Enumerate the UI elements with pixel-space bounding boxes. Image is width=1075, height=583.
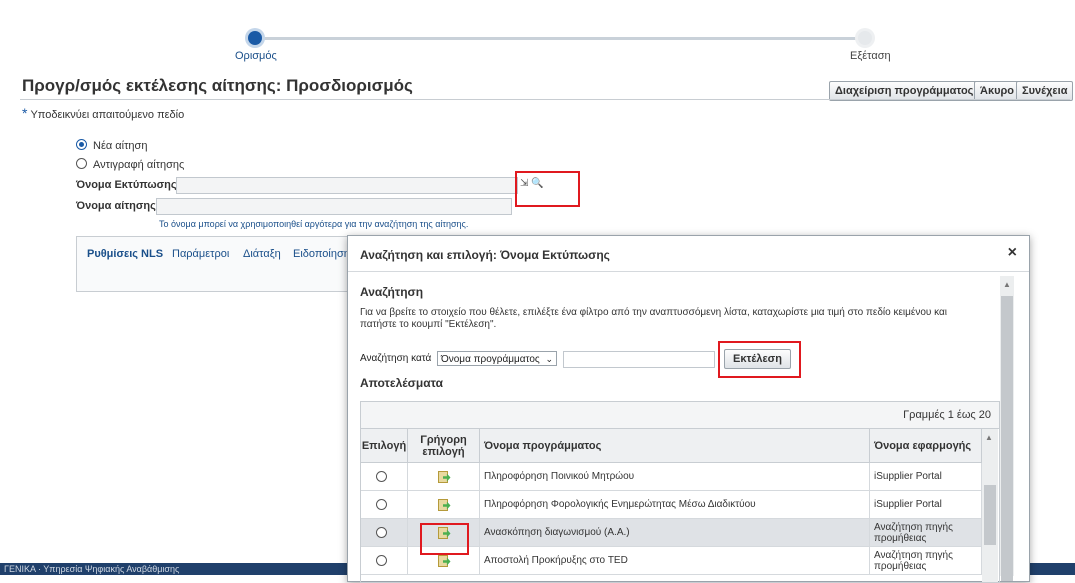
tabs-panel [76,236,358,292]
copy-request-option[interactable]: Αντιγραφή αίτησης [76,158,184,171]
tab-notification[interactable]: Ειδοποίηση [293,248,350,260]
radio-unselected-icon[interactable] [76,158,87,169]
col-select: Επιλογή [361,429,408,463]
quick-select-icon[interactable] [437,554,451,568]
tab-parameters[interactable]: Παράμετροι [172,248,229,260]
request-name-input[interactable] [156,198,512,215]
scroll-up-icon[interactable]: ▲ [985,433,993,442]
col-quick-select: Γρήγορη επιλογή [408,429,480,463]
results-table: Γραμμές 1 έως 20 Επιλογή Γρήγορη επιλογή… [360,401,1000,583]
application-name-cell: Αναζήτηση πηγής προμήθειας [870,547,982,575]
quick-select-cell[interactable] [408,491,480,519]
tab-nls-settings[interactable]: Ρυθμίσεις NLS [87,248,163,260]
quick-select-icon[interactable] [437,470,451,484]
table-row-select[interactable] [361,547,408,575]
train-step-current-icon [248,31,262,45]
train-progress-line [255,37,865,40]
table-row-select[interactable] [361,463,408,491]
request-name-label: Όνομα αίτησης [76,200,156,212]
highlight-box-go [718,341,801,378]
table-row-select[interactable] [361,491,408,519]
search-select-dialog: Αναζήτηση και επιλογή: Όνομα Εκτύπωσης ×… [347,235,1030,583]
cancel-button[interactable]: Άκυρο [974,81,1021,101]
highlight-box-lov [515,171,580,207]
request-name-hint: Το όνομα μπορεί να χρησιμοποιηθεί αργότε… [159,219,469,229]
program-name-cell: Αποστολή Προκήρυξης στο TED [480,547,870,575]
results-scroll-thumb[interactable] [984,485,996,545]
chevron-down-icon: ⌄ [545,354,553,364]
tab-layout[interactable]: Διάταξη [243,248,281,260]
radio-unselected-icon[interactable] [375,527,387,538]
print-name-label: Όνομα Εκτύπωσης [76,179,177,191]
application-name-cell: iSupplier Portal [870,463,982,491]
required-star-icon: * [22,105,28,121]
program-name-cell: Πληροφόρηση Φορολογικής Ενημερώτητας Μέσ… [480,491,870,519]
search-value-input[interactable] [563,351,715,368]
col-application-name: Όνομα εφαρμογής [870,429,982,463]
train-step-review[interactable]: Εξέταση [850,50,891,62]
search-by-label: Αναζήτηση κατά [360,353,432,364]
radio-selected-icon[interactable] [76,139,87,150]
program-name-cell: Πληροφόρηση Ποινικού Μητρώου [480,463,870,491]
title-divider [20,99,1070,100]
required-note: * Υποδεικνύει απαιτούμενο πεδίο [22,105,185,121]
dialog-scroll-thumb[interactable] [1001,296,1013,581]
application-name-cell: iSupplier Portal [870,491,982,519]
dialog-title: Αναζήτηση και επιλογή: Όνομα Εκτύπωσης [360,248,610,262]
results-scrollbar[interactable]: ▲ [982,429,998,582]
radio-unselected-icon[interactable] [375,499,387,510]
rows-count: Γραμμές 1 έως 20 [903,409,991,421]
program-name-cell: Ανασκόπηση διαγωνισμού (Α.Α.) [480,519,870,547]
highlight-box-quick-select [420,523,469,555]
table-row-select[interactable] [361,519,408,547]
train-step-next-icon [858,31,872,45]
results-heading: Αποτελέσματα [360,376,443,390]
application-name-cell: Αναζήτηση πηγής προμήθειας [870,519,982,547]
new-request-option[interactable]: Νέα αίτηση [76,139,147,152]
print-name-input[interactable] [176,177,518,194]
page-title: Προγρ/σμός εκτέλεσης αίτησης: Προσδιορισ… [22,76,413,95]
radio-unselected-icon[interactable] [375,555,387,566]
train-step-define[interactable]: Ορισμός [235,50,277,62]
dialog-title-divider [348,271,1029,272]
col-program-name: Όνομα προγράμματος [480,429,870,463]
results-table-toolbar: Γραμμές 1 έως 20 [361,402,999,429]
dialog-scrollbar[interactable]: ▲ [1000,276,1014,581]
search-heading: Αναζήτηση [360,285,424,299]
quick-select-cell[interactable] [408,463,480,491]
close-icon[interactable]: × [1008,244,1017,262]
continue-button[interactable]: Συνέχεια [1016,81,1074,101]
search-instructions: Για να βρείτε το στοιχείο που θέλετε, επ… [360,307,948,330]
quick-select-icon[interactable] [437,498,451,512]
radio-unselected-icon[interactable] [375,471,387,482]
manage-schedule-button[interactable]: Διαχείριση προγράμματος [829,81,980,101]
search-by-select[interactable]: Όνομα προγράμματος ⌄ [437,351,557,366]
scroll-up-icon[interactable]: ▲ [1003,280,1011,289]
